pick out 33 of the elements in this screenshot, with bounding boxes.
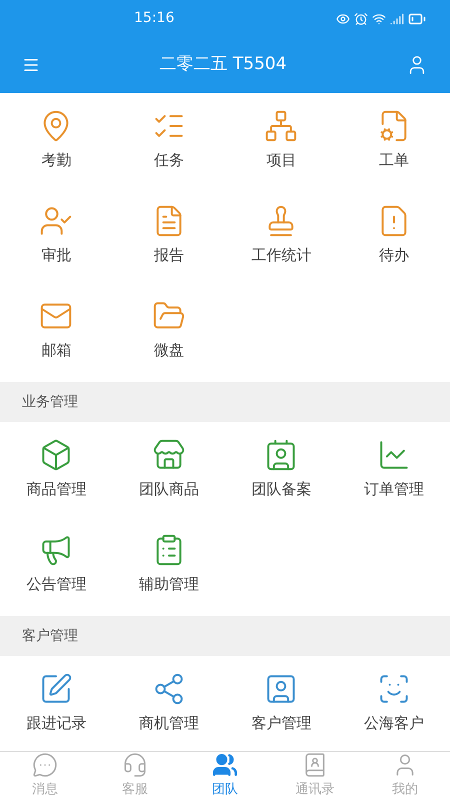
grid-menu-item[interactable]: 考勤 [0,93,112,188]
tab-bar-item[interactable]: 团队 [180,752,270,800]
chat-bubble-icon [32,752,58,778]
grid-menu-item[interactable]: 公告管理 [0,517,112,612]
grid-menu-item[interactable]: 邮箱 [0,283,112,378]
app-title: 二零二五 T5504 [159,53,287,76]
grid-menu-item[interactable]: 跟进记录 [0,656,112,751]
grid-menu-item[interactable]: 公海客户 [338,656,450,751]
eye-icon [336,12,350,26]
grid-menu-item[interactable]: 商品管理 [0,422,112,517]
grid-menu-item[interactable]: 团队备案 [225,422,338,517]
grid-menu-item[interactable]: 团队商品 [112,422,225,517]
grid-menu-item[interactable]: 辅助管理 [112,517,225,612]
headset-icon [122,752,148,778]
wifi-icon [372,12,386,26]
grid-menu-item[interactable]: 审批 [0,188,112,283]
grid-menu-item[interactable]: 报告 [112,188,225,283]
grid-menu-item[interactable]: 客户管理 [225,656,338,751]
grid-menu-item[interactable]: 工作统计 [225,188,338,283]
status-time: 15:16 [134,9,174,28]
grid-menu-item[interactable]: 订单管理 [338,422,450,517]
grid-menu-item[interactable]: 工单 [338,93,450,188]
menu-icon [22,56,40,74]
section-header: 客户管理 [0,616,450,656]
alarm-icon [354,12,368,26]
users-icon [212,752,238,778]
grid-menu-item[interactable]: 项目 [225,93,338,188]
section-header: 业务管理 [0,382,450,422]
grid-menu-item[interactable]: 待办 [338,188,450,283]
grid-menu-item[interactable]: 商机管理 [112,656,225,751]
grid-menu-item[interactable]: 微盘 [112,283,225,378]
grid-menu-item[interactable]: 任务 [112,93,225,188]
signal-icon [390,12,404,26]
